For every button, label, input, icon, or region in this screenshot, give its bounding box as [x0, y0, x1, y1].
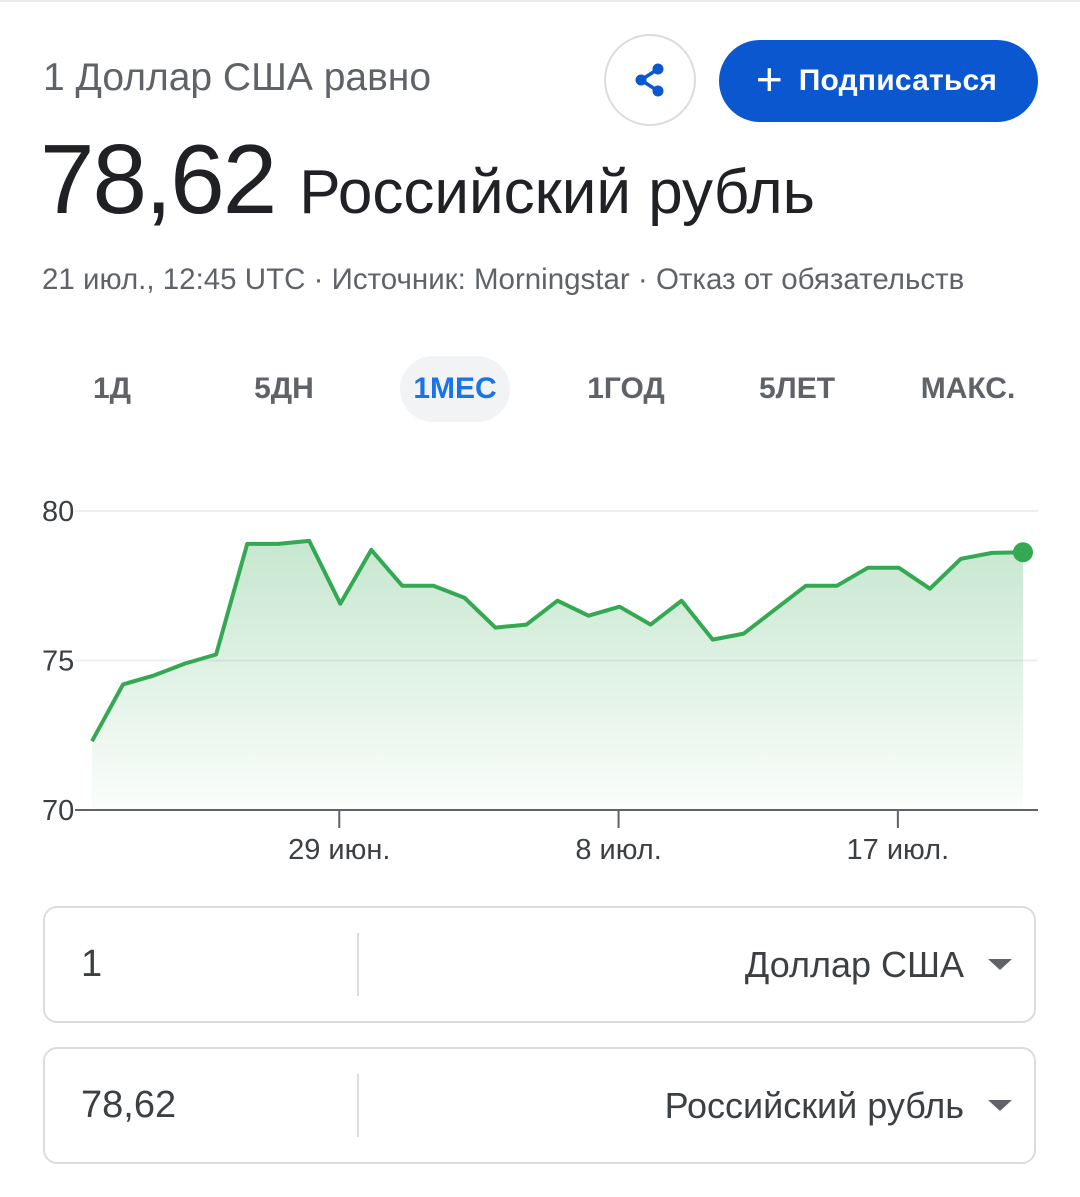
from-amount-input[interactable]: 1: [81, 908, 341, 1021]
x-tick-label: 17 июл.: [847, 834, 950, 866]
timestamp: 21 июл., 12:45 UTC: [42, 263, 306, 296]
to-currency-select[interactable]: Российский рубль: [374, 1049, 1034, 1162]
x-tick-label: 29 июн.: [288, 834, 390, 866]
from-currency-label: Доллар США: [744, 943, 964, 985]
converter-divider: [357, 1074, 359, 1137]
plus-icon: +: [755, 53, 783, 105]
to-amount-input[interactable]: 78,62: [81, 1049, 341, 1162]
current-point: [1013, 542, 1033, 563]
disclaimer-link[interactable]: Отказ от обязательств: [656, 263, 964, 296]
share-button[interactable]: [604, 34, 696, 126]
converter-divider: [357, 933, 359, 996]
tab-1d[interactable]: 1Д: [62, 356, 162, 422]
x-tick-label: 8 июл.: [575, 834, 661, 866]
x-axis: 29 июн. 8 июл. 17 июл.: [288, 810, 949, 866]
y-tick-label: 70: [42, 795, 74, 827]
subscribe-label: Подписаться: [798, 64, 998, 97]
meta-separator: ·: [305, 263, 332, 296]
y-tick-label: 80: [42, 496, 74, 528]
to-currency-label: Российский рубль: [664, 1084, 964, 1126]
rate-subtitle: 1 Доллар США равно: [43, 56, 432, 99]
source-link[interactable]: Источник: Morningstar: [332, 263, 630, 296]
rate-meta: 21 июл., 12:45 UTC · Источник: Morningst…: [42, 260, 964, 300]
rate-value: 78,62: [40, 124, 277, 234]
rate-currency: Российский рубль: [299, 158, 815, 227]
chevron-down-icon: [988, 959, 1012, 970]
top-divider: [0, 0, 1080, 2]
y-tick-label: 75: [42, 646, 74, 678]
tab-5d[interactable]: 5ДН: [226, 356, 342, 422]
converter-from: 1 Доллар США: [43, 906, 1036, 1023]
price-chart[interactable]: 80 75 70 29 июн. 8 июл. 17 июл.: [0, 480, 1080, 880]
chevron-down-icon: [988, 1100, 1012, 1111]
subscribe-button[interactable]: + Подписаться: [719, 40, 1038, 122]
from-currency-select[interactable]: Доллар США: [374, 908, 1034, 1021]
y-axis: 80 75 70: [42, 496, 74, 827]
meta-separator: ·: [629, 263, 656, 296]
tab-5y[interactable]: 5ЛЕТ: [738, 356, 856, 422]
tab-max[interactable]: МАКС.: [904, 356, 1032, 422]
tab-1m[interactable]: 1МЕС: [400, 356, 510, 422]
price-area: [92, 540, 1023, 810]
range-tabs: 1Д 5ДН 1МЕС 1ГОД 5ЛЕТ МАКС.: [0, 356, 1080, 426]
converter-to: 78,62 Российский рубль: [43, 1047, 1036, 1164]
tab-1y[interactable]: 1ГОД: [568, 356, 684, 422]
share-icon: [635, 63, 664, 97]
rate-headline: 78,62 Российский рубль: [40, 124, 815, 234]
